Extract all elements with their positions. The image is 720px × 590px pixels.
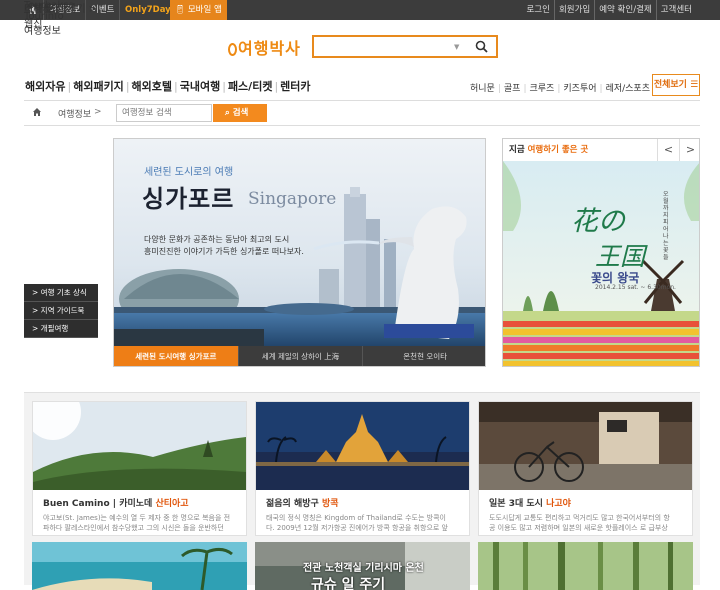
banner-desc-line2: 흥미진진한 이야기가 가득한 싱가폴로 떠나보자. [144, 247, 304, 256]
card-bamboo[interactable] [478, 542, 693, 590]
search-icon[interactable] [475, 40, 488, 56]
breadcrumb-current[interactable]: 여행정보 [58, 107, 91, 120]
card-santiago-image [33, 402, 246, 490]
topbar-mobile-app-button[interactable]: 📱︎ 모바일 앱 [170, 0, 227, 20]
recommended-destination-panel: 지금 여행하기 좋은 곳 < > 花の 王国 꽃의 왕국 2014.2.15 s… [502, 138, 700, 367]
banner-desc-line1: 다양한 문화가 공존하는 동남아 최고의 도시 [144, 235, 290, 244]
card-nagoya-desc-1: 도도시답게 교통도 편리하고 먹거리도 많고 한국어서부터의 항 [489, 514, 670, 522]
breadcrumb-home-icon[interactable] [32, 107, 42, 120]
sub-navigation: 허니문 | 골프 | 크루즈 | 키즈투어 | 레저/스포츠 [470, 84, 650, 94]
main-banner[interactable]: 세련된 도시로의 여행 싱가포르 Singapore 다양한 문화가 공존하는 … [113, 138, 486, 367]
card-bangkok-image [256, 402, 469, 490]
card-nagoya-title-prefix: 일본 3대 도시 [489, 499, 543, 509]
recommended-heading-prefix: 지금 [509, 145, 525, 155]
card-bamboo-image [478, 542, 693, 590]
left-menu-item-basics[interactable]: > 여행 기초 상식 [24, 284, 98, 302]
card-santiago-desc-2: 파하다 팔레스타인에서 참수당했고 그의 시신은 돌을 운반하던 [43, 524, 224, 532]
logo-text: 여행박사 [238, 39, 301, 58]
site-logo[interactable]: 여행박사 [228, 35, 301, 59]
subnav-kids-tour[interactable]: 키즈투어 [563, 84, 596, 94]
card-bangkok-desc-1: 태국의 정식 명칭은 Kingdom of Thailand로 수도는 방콕이 [266, 514, 446, 522]
banner-subtitle: 세련된 도시로의 여행 [144, 167, 234, 178]
next-arrow-button[interactable]: > [679, 139, 699, 161]
travel-cards-section: Buen Camino | 카미노데 산티아고 야고보(St. James)는 … [24, 392, 700, 590]
card-bangkok[interactable]: 젊음의 해방구 방콕 태국의 정식 명칭은 Kingdom of Thailan… [255, 401, 470, 536]
card-beach-image [32, 542, 247, 590]
nav-overseas-hotel[interactable]: 해외호텔 [131, 80, 173, 93]
card-santiago-title-highlight: 산티아고 [155, 499, 189, 509]
nav-domestic[interactable]: 국내여행 [179, 80, 221, 93]
left-menu-list: > 여행 기초 상식 > 지역 가이드북 > 개필여행 [24, 284, 98, 338]
card-nagoya-desc-2: 공 이용도 많고 저렴하며 일본의 새로운 핫플레이스 로 급부상 [489, 524, 668, 532]
banner-title: 싱가포르 [142, 185, 235, 213]
main-navigation: 해외자유 | 해외패키지 | 해외호텔 | 국내여행 | 패스/티켓 | 렌터카 [24, 80, 311, 93]
nav-rentacar[interactable]: 렌터카 [279, 80, 311, 93]
banner-title-en: Singapore [248, 189, 337, 209]
breadcrumb: 여행정보 > ⌕ 검색 [24, 100, 700, 126]
card-bangkok-title-highlight: 방콕 [321, 499, 339, 509]
left-menu-item-individual[interactable]: > 개필여행 [24, 320, 98, 338]
card-santiago-title-prefix: Buen Camino | 카미노데 [43, 499, 153, 509]
view-all-label: 전체보기 [653, 80, 687, 90]
recommended-heading-highlight: 여행하기 좋은 곳 [527, 145, 589, 155]
subnav-leisure-sports[interactable]: 레저/스포츠 [606, 84, 650, 94]
card-nagoya-image [479, 402, 692, 490]
nav-overseas-package[interactable]: 해외패키지 [72, 80, 125, 93]
chevron-left-icon: < [663, 143, 674, 156]
card-santiago-title: Buen Camino | 카미노데 산티아고 [43, 496, 189, 509]
art-title-2: 王国 [595, 242, 646, 271]
left-menu-item-guidebook[interactable]: > 지역 가이드북 [24, 302, 98, 320]
card-bangkok-title-prefix: 젊음의 해방구 [266, 499, 319, 509]
banner-tab-singapore[interactable]: 세련된 도시여행 싱가포르 [114, 346, 238, 366]
card-santiago-desc-1: 야고보(St. James)는 예수의 열 두 제자 중 한 명으로 복음을 전 [43, 514, 231, 522]
subnav-cruise[interactable]: 크루즈 [530, 84, 555, 94]
breadcrumb-chevron-icon: > [94, 107, 102, 117]
nav-overseas-free[interactable]: 해외자유 [24, 80, 66, 93]
customer-center-link[interactable]: 고객센터 [655, 0, 696, 20]
signup-link[interactable]: 회원가입 [553, 0, 594, 20]
banner-tab-shanghai[interactable]: 세계 제일의 상하이 上海 [237, 346, 363, 366]
topbar-mobile-app-label: 모바일 앱 [187, 5, 222, 15]
card-kirishima-text1: 전관 노천객실 기리시마 온천 [303, 563, 424, 574]
travel-info-search-input[interactable] [116, 104, 212, 122]
banner-tabs: 세련된 도시여행 싱가포르 세계 제일의 상하이 上海 온천현 오이타 [114, 346, 485, 366]
main-search-input[interactable]: ▼ [312, 35, 498, 58]
card-beach[interactable] [32, 542, 247, 590]
nav-pass-ticket[interactable]: 패스/티켓 [227, 80, 274, 93]
card-nagoya[interactable]: 일본 3대 도시 나고야 도도시답게 교통도 편리하고 먹거리도 많고 한국어서… [478, 401, 693, 536]
view-all-button[interactable]: 전체보기 ☰ [652, 74, 700, 96]
chevron-right-icon: > [685, 143, 696, 156]
login-link[interactable]: 로그인 [522, 0, 553, 20]
topbar-right-links: 로그인 회원가입 예약 확인/결제 고객센터 [522, 0, 696, 20]
card-nagoya-title: 일본 3대 도시 나고야 [489, 496, 571, 509]
reservation-link[interactable]: 예약 확인/결제 [594, 0, 656, 20]
mobile-icon: 📱︎ [175, 5, 186, 14]
card-bangkok-desc-2: 다. 2009년 12월 저가항공 진에어가 방콕 항공을 취항으로 앞 [266, 524, 448, 532]
subnav-honeymoon[interactable]: 허니문 [470, 84, 495, 94]
card-bangkok-title: 젊음의 해방구 방콕 [266, 496, 339, 509]
menu-icon: ☰ [690, 80, 699, 90]
art-vertical-text: 오월까지 피어나는 꽃들 [663, 191, 669, 261]
art-date: 2014.2.15 sat. ~ 6.30mon. [595, 284, 676, 291]
search-button-label: 검색 [232, 108, 249, 118]
card-nagoya-title-highlight: 나고야 [546, 499, 571, 509]
card-kirishima[interactable]: 전관 노천객실 기리시마 온천 규슈 일 주기 [255, 542, 470, 590]
top-utility-bar: 여행정보 이벤트 Only7Days 📱︎ 모바일 앱 로그인 회원가입 예약 … [0, 0, 720, 20]
webzine-label: 웹진 [24, 19, 43, 30]
art-title-1: 花の [571, 206, 625, 237]
minisite-button[interactable]: 미니사이트 [24, 0, 98, 15]
search-dropdown-icon[interactable]: ▼ [454, 43, 459, 51]
travel-info-search-button[interactable]: ⌕ 검색 [213, 104, 267, 122]
card-kirishima-text2: 규슈 일 주기 [311, 577, 386, 590]
search-button-icon: ⌕ [225, 108, 230, 118]
prev-arrow-button[interactable]: < [657, 139, 679, 161]
subnav-golf[interactable]: 골프 [504, 84, 521, 94]
banner-tab-oita[interactable]: 온천현 오이타 [362, 346, 485, 366]
logo-mark-icon [228, 43, 237, 56]
card-santiago[interactable]: Buen Camino | 카미노데 산티아고 야고보(St. James)는 … [32, 401, 247, 536]
